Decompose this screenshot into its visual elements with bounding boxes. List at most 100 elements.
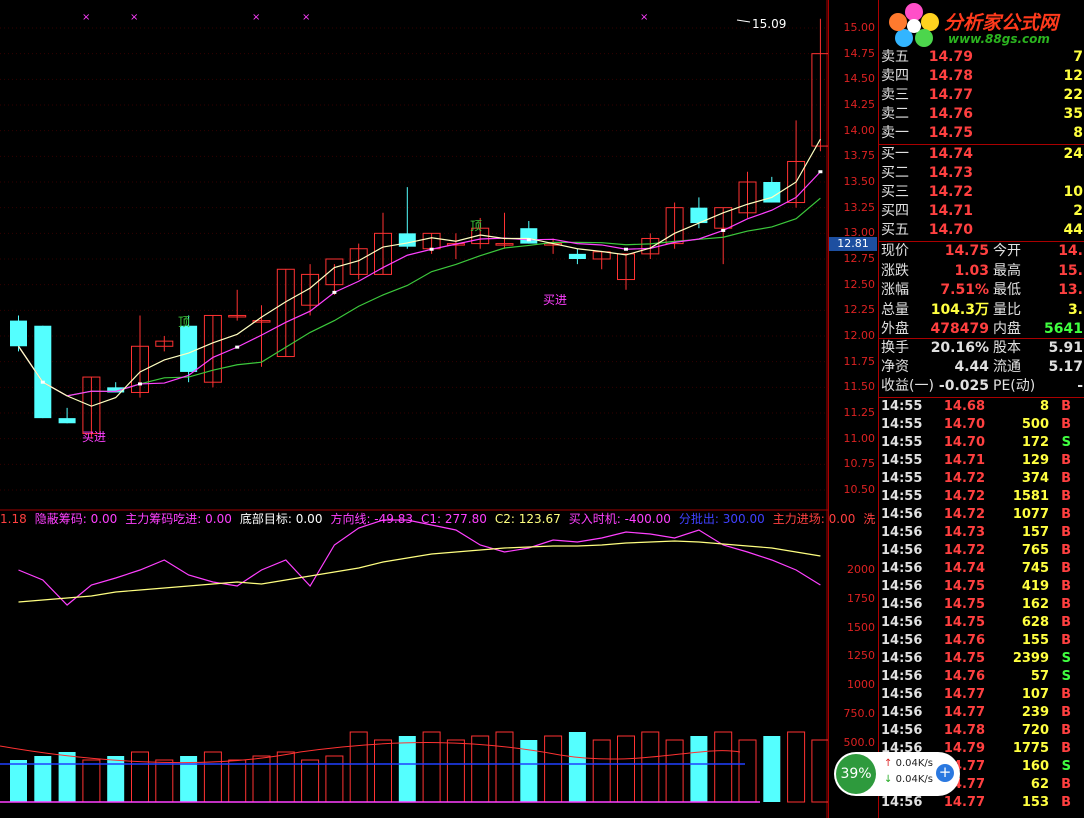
quote-label: 买四 [881,203,909,219]
quote-value: 1.03 [954,262,989,279]
indicator-legend-item: 洗 [863,512,876,526]
price-axis-label: 11.50 [843,380,876,394]
tick-price: 14.75 [943,651,985,666]
quote-value: 35 [1063,106,1083,122]
price-axis-label: 15.00 [843,21,876,34]
quote-label: 量比 [993,301,1021,318]
quote-label: 净资 [881,359,909,375]
quote-value: 5.91 [1048,340,1083,356]
quote-value: 7.51% [940,282,989,298]
top-signal-label: 顶 [470,219,482,233]
quote-label: 卖三 [881,87,909,103]
price-axis-label: 11.00 [843,431,876,445]
ma10-line [18,171,821,397]
tick-row: 14:56 14.72 765 B [879,542,1084,560]
tick-row: 14:55 14.70 172 S [879,434,1084,452]
tick-time: 14:56 [881,795,923,810]
candle-body [34,325,52,419]
tick-time: 14:56 [881,705,923,720]
ma-marker [40,380,45,384]
quote-value: 14.70 [928,222,973,238]
price-axis-label: 10.75 [843,457,876,471]
quote-row: 卖二 14.76 35 [879,105,1084,124]
price-axis-label: 13.50 [843,175,876,188]
tick-volume: 172 [1021,435,1049,450]
logo-url: www.88gs.com [948,32,1050,46]
tick-side: B [1061,777,1071,792]
tick-side: S [1061,669,1071,684]
ma5-line [18,138,821,407]
quote-value: 14.72 [928,184,973,200]
tick-side: B [1061,795,1071,810]
quote-value: 24 [1063,146,1083,162]
tick-volume: 8 [1039,399,1049,414]
quote-label: 买五 [881,222,909,238]
quote-row: 卖四 14.78 12 [879,67,1084,86]
indicator-axis-label: 1250 [847,649,875,663]
tick-price: 14.75 [943,579,985,594]
ma-marker [332,290,337,294]
volume-bar [738,739,757,803]
volume-bar [398,736,416,802]
price-axis-label: 12.00 [843,329,876,342]
price-axis-label: 13.25 [843,200,876,214]
volume-bar [252,755,271,803]
tick-price: 14.78 [943,723,985,738]
quote-row: 买四 14.71 2 [879,202,1084,221]
quote-label: 卖二 [881,106,909,122]
quote-value: 20.16% [930,340,989,356]
quote-value: 14.77 [928,87,973,103]
tick-volume: 160 [1021,759,1049,774]
volume-bar [349,731,368,803]
volume-bar [568,732,586,802]
quote-value: 478479 [930,321,989,337]
buy-signal-label: 买进 [82,430,106,444]
tick-side: S [1061,759,1071,774]
add-button[interactable]: + [936,764,954,782]
tick-side: S [1061,435,1071,450]
tick-side: B [1061,687,1071,702]
tick-price: 14.74 [943,561,985,576]
tick-volume: 419 [1021,579,1049,594]
top-marker: × [252,12,260,23]
price-axis-label: 14.75 [843,46,876,60]
kline-chart[interactable]: 买进买进顶顶15.09× × × × × [0,0,828,818]
tick-volume: 155 [1021,633,1049,648]
tick-time: 14:55 [881,489,923,504]
volume-bar [107,756,125,802]
tick-side: B [1061,489,1071,504]
candle-body [568,253,586,259]
quote-value: 8 [1073,125,1083,141]
price-axis-label: 12.25 [843,303,876,317]
tick-volume: 107 [1021,687,1049,702]
tick-row: 14:56 14.74 745 B [879,560,1084,578]
indicator-legend-item: 方向线: -49.83 [330,512,413,526]
volume-bar [690,736,708,802]
ma-marker [721,228,726,232]
volume-bar [34,756,52,802]
tick-row: 14:56 14.78 720 B [879,722,1084,740]
network-speed-widget[interactable]: 39% ↑ 0.04K/s ↓ 0.04K/s + [834,752,960,796]
indicator-legend: 1.18 隐蔽筹码: 0.00 主力筹码吃进: 0.00 底部目标: 0.00 方向线:… [0,510,883,526]
tick-time: 14:55 [881,453,923,468]
volume-bar [471,735,490,803]
tick-volume: 62 [1030,777,1049,792]
logo-title: 分析家公式网 [944,12,1059,34]
quote-row: 买五 14.70 44 [879,221,1084,240]
tick-volume: 57 [1030,669,1049,684]
tick-volume: 1077 [1012,507,1049,522]
ma-marker [235,345,240,349]
site-logo: 分析家公式网 www.88gs.com [886,2,1082,48]
quote-value: 14.73 [928,165,973,181]
price-axis-label: 11.75 [843,354,876,368]
tick-price: 14.72 [943,507,985,522]
tick-row: 14:56 14.77 107 B [879,686,1084,704]
tick-side: S [1061,651,1071,666]
quote-label: 收益(一) [881,378,934,394]
quote-value: 14.78 [928,68,973,84]
quote-label: 卖四 [881,68,909,84]
tick-price: 14.72 [943,543,985,558]
tick-row: 14:55 14.68 8 B [879,398,1084,416]
tick-side: B [1061,471,1071,486]
ma-marker [526,238,531,242]
